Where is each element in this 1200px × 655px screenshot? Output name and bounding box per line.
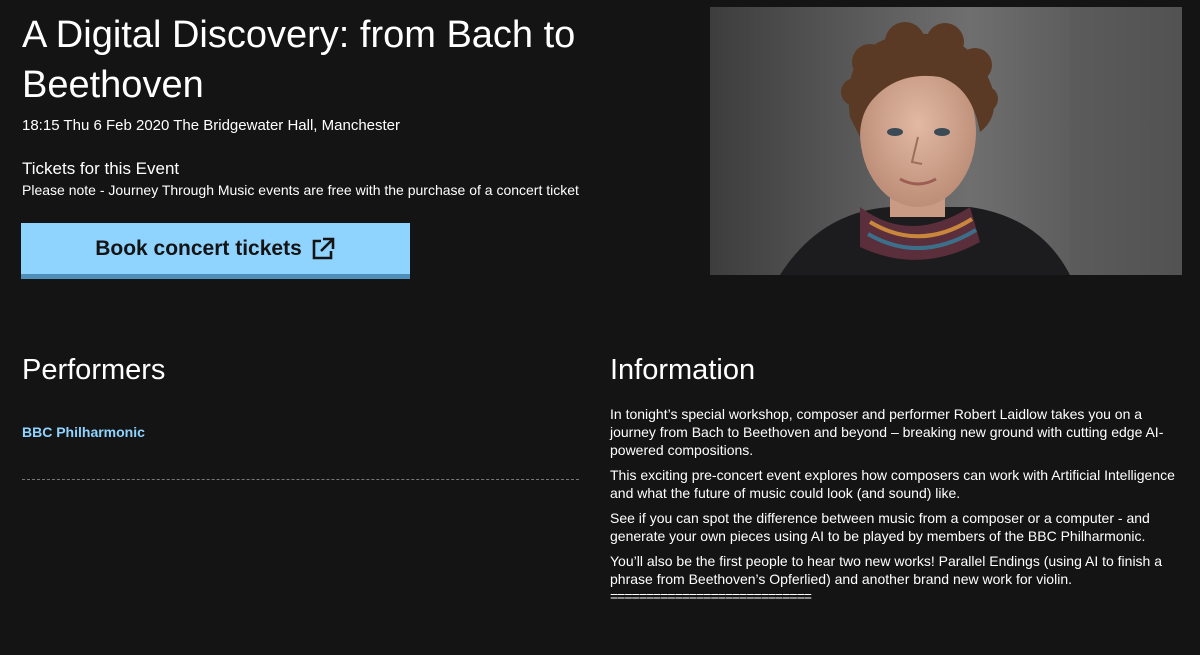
information-paragraph: You’ll also be the first people to hear … [610, 553, 1163, 587]
performer-link-bbc-philharmonic[interactable]: BBC Philharmonic [22, 424, 145, 440]
information-separator: ============================ [610, 589, 812, 603]
information-heading: Information [610, 354, 756, 386]
information-paragraph: In tonight’s special workshop, composer … [610, 406, 1164, 458]
event-datetime-venue: 18:15 Thu 6 Feb 2020 The Bridgewater Hal… [22, 117, 401, 134]
information-body: In tonight’s special workshop, composer … [610, 405, 1190, 603]
external-link-icon [310, 236, 336, 262]
information-paragraph: See if you can spot the difference betwe… [610, 510, 1150, 544]
tickets-heading: Tickets for this Event [22, 159, 180, 178]
event-page: A Digital Discovery: from Bach to Beetho… [0, 0, 1200, 655]
page-title: A Digital Discovery: from Bach to Beetho… [22, 14, 576, 106]
performer-photo [710, 7, 1182, 275]
book-button-label: Book concert tickets [95, 236, 302, 260]
tickets-note: Please note - Journey Through Music even… [22, 182, 579, 198]
information-paragraph: This exciting pre-concert event explores… [610, 467, 1175, 501]
performers-heading: Performers [22, 354, 166, 386]
book-concert-tickets-button[interactable]: Book concert tickets [21, 223, 410, 279]
performers-divider [22, 479, 579, 480]
